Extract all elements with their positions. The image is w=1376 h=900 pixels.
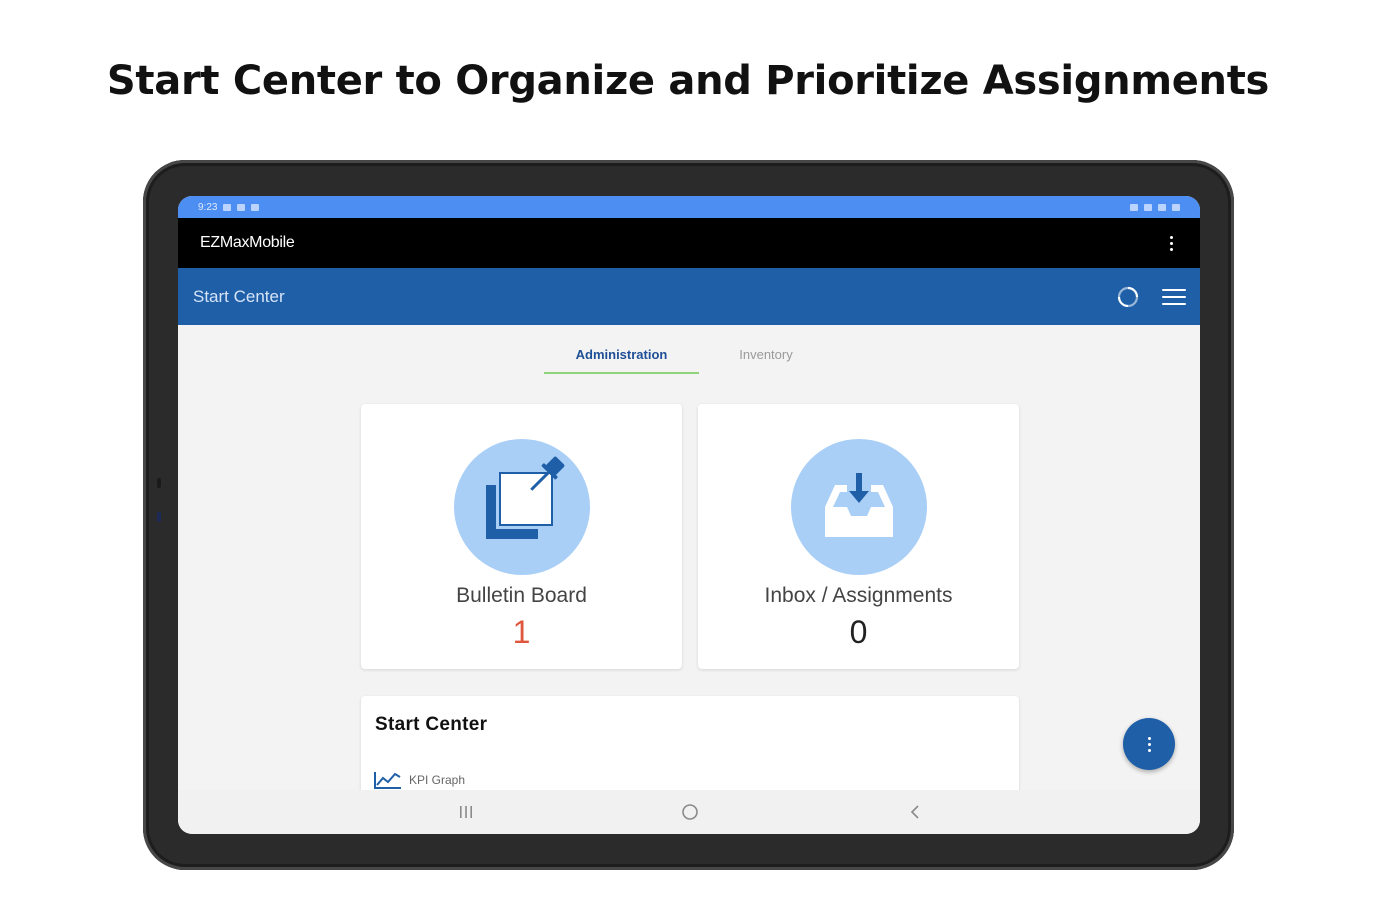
panel-title: Start Center bbox=[375, 714, 488, 735]
status-bar: 9:23 bbox=[178, 196, 1200, 218]
kpi-graph-label: KPI Graph bbox=[409, 773, 466, 787]
fab-more-button[interactable] bbox=[1123, 718, 1175, 770]
tab-administration[interactable]: Administration bbox=[544, 347, 699, 362]
tablet-frame: 9:23 EZMaxMobile Start Center Administra… bbox=[143, 160, 1234, 870]
inbox-assignments-card[interactable]: Inbox / Assignments 0 bbox=[698, 404, 1019, 669]
vibrate-icon bbox=[1130, 203, 1138, 211]
nav-bar: Start Center bbox=[178, 268, 1200, 325]
tablet-side-button bbox=[157, 512, 161, 522]
notification-icon bbox=[237, 203, 246, 211]
back-icon[interactable] bbox=[900, 800, 930, 824]
page-headline: Start Center to Organize and Prioritize … bbox=[106, 58, 1270, 104]
hamburger-menu-icon[interactable] bbox=[1162, 287, 1186, 307]
tab-bar: Administration Inventory bbox=[178, 325, 1200, 377]
more-vert-icon[interactable] bbox=[1164, 233, 1178, 253]
active-tab-indicator bbox=[544, 372, 699, 374]
tablet-side-button bbox=[157, 478, 161, 488]
card-count: 1 bbox=[512, 614, 531, 650]
inbox-download-icon bbox=[791, 439, 927, 575]
app-title: EZMaxMobile bbox=[200, 234, 295, 251]
card-label: Bulletin Board bbox=[456, 584, 587, 607]
system-nav-bar bbox=[178, 790, 1200, 834]
line-graph-icon bbox=[374, 772, 401, 789]
bulletin-board-card[interactable]: Bulletin Board 1 bbox=[361, 404, 682, 669]
refresh-icon[interactable] bbox=[1116, 285, 1140, 309]
nav-title: Start Center bbox=[193, 286, 285, 306]
pinned-note-icon bbox=[454, 439, 590, 575]
app-bar: EZMaxMobile bbox=[178, 218, 1200, 268]
tablet-screen: 9:23 EZMaxMobile Start Center Administra… bbox=[178, 196, 1200, 834]
status-time: 9:23 bbox=[198, 201, 218, 213]
notification-icon bbox=[223, 203, 232, 211]
card-count: 0 bbox=[849, 614, 868, 650]
kpi-graph-item[interactable]: KPI Graph bbox=[373, 770, 465, 790]
shield-icon bbox=[251, 203, 260, 211]
recents-icon[interactable] bbox=[451, 800, 481, 824]
home-icon[interactable] bbox=[675, 800, 705, 824]
tab-inventory[interactable]: Inventory bbox=[726, 347, 806, 362]
card-label: Inbox / Assignments bbox=[764, 584, 953, 607]
battery-icon bbox=[1172, 203, 1180, 211]
mute-icon bbox=[1144, 203, 1152, 211]
wifi-icon bbox=[1158, 203, 1166, 211]
